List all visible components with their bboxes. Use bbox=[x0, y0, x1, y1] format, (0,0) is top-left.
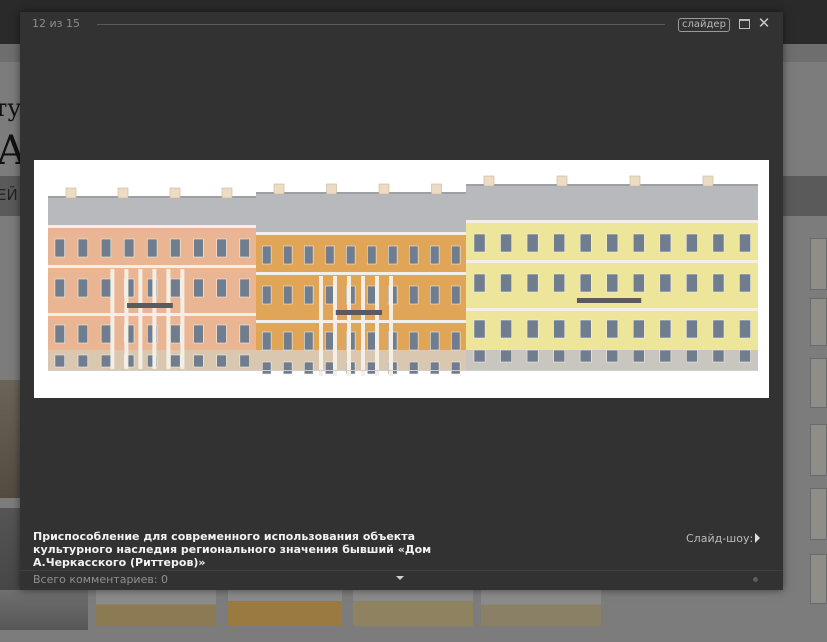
background-side-thumbnail bbox=[810, 424, 827, 476]
play-icon bbox=[755, 533, 761, 543]
slideshow-label: Слайд-шоу: bbox=[686, 532, 754, 545]
background-bottom-thumbnail bbox=[0, 590, 88, 630]
background-photo bbox=[0, 380, 22, 498]
background-bottom-thumbnail bbox=[228, 590, 342, 626]
comments-count[interactable]: Всего комментариев: 0 bbox=[33, 573, 168, 586]
background-heading-small: ту bbox=[0, 94, 22, 122]
slider-button[interactable]: слайдер bbox=[678, 18, 730, 32]
chevron-down-icon[interactable] bbox=[396, 576, 404, 580]
facade-image bbox=[34, 160, 769, 398]
footer-dot bbox=[753, 577, 758, 582]
image-counter: 12 из 15 bbox=[32, 17, 80, 30]
background-side-thumbnail bbox=[810, 238, 827, 290]
background-bottom-thumbnail bbox=[353, 590, 473, 626]
background-side-thumbnail bbox=[810, 554, 827, 604]
close-icon[interactable]: ✕ bbox=[757, 15, 771, 31]
background-side-thumbnail bbox=[810, 488, 827, 540]
slideshow-button[interactable]: Слайд-шоу: bbox=[686, 532, 761, 545]
header-divider bbox=[97, 24, 665, 25]
background-side-thumbnail bbox=[810, 358, 827, 408]
background-side-thumbnail bbox=[810, 298, 827, 346]
background-bottom-thumbnail bbox=[96, 590, 216, 626]
image-caption: Приспособление для современного использо… bbox=[33, 530, 432, 569]
facade-drawing bbox=[48, 175, 758, 376]
maximize-icon[interactable] bbox=[739, 19, 750, 29]
background-bottom-thumbnail bbox=[481, 590, 601, 626]
background-nav-text: ЕЙ bbox=[0, 186, 18, 204]
lightbox-modal: 12 из 15 слайдер ✕ Приспособление для со… bbox=[20, 12, 783, 590]
footer-divider bbox=[20, 570, 783, 571]
